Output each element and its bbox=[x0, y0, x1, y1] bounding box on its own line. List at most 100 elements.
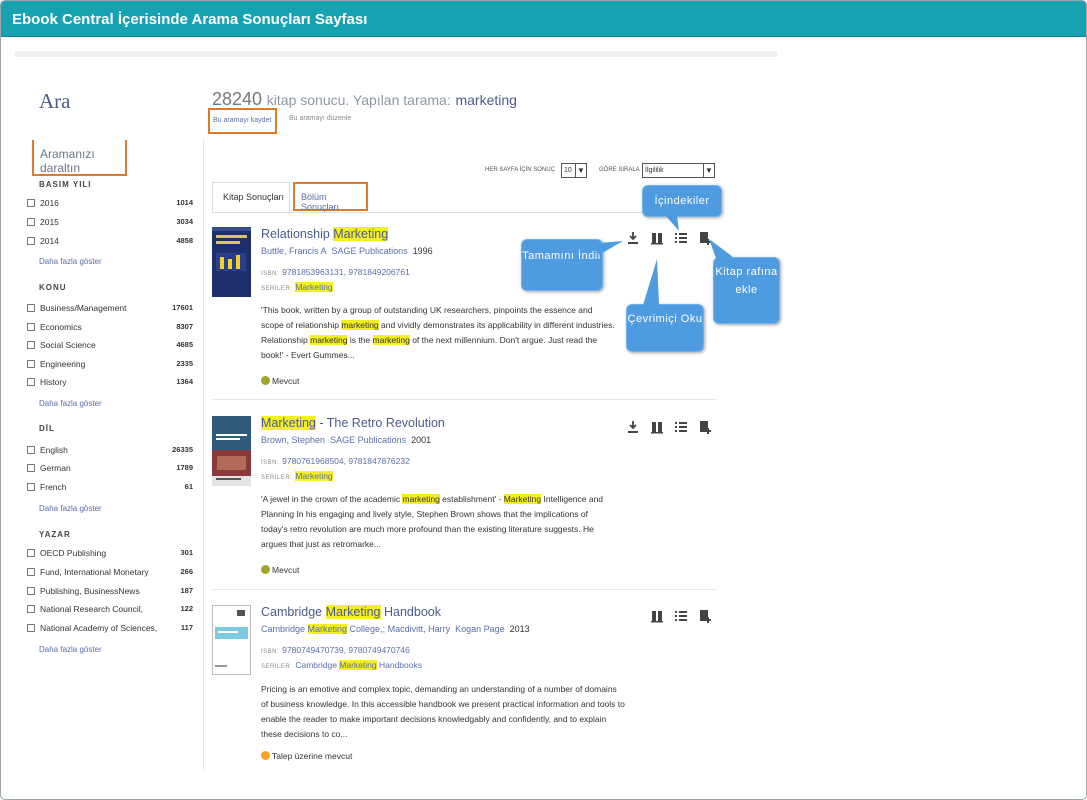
book-series[interactable]: SERİLER: Marketing bbox=[261, 471, 333, 481]
facet-option[interactable]: Engineering 2335 bbox=[27, 359, 193, 371]
callout-read-online: Çevrimiçi Oku bbox=[626, 304, 704, 352]
per-page-label: HER SAYFA İÇİN SONUÇ bbox=[485, 167, 555, 173]
book-cover-image[interactable] bbox=[212, 227, 251, 297]
tabs-divider bbox=[212, 212, 714, 213]
checkbox-icon[interactable] bbox=[27, 464, 35, 472]
facet-option-label: 2016 bbox=[40, 198, 59, 208]
add-to-bookshelf-icon[interactable] bbox=[697, 608, 713, 624]
checkbox-icon[interactable] bbox=[27, 323, 35, 331]
facet-option-count: 2335 bbox=[176, 359, 193, 368]
checkbox-icon[interactable] bbox=[27, 549, 35, 557]
book-title-link[interactable]: Relationship Marketing bbox=[261, 227, 389, 241]
description-text: 'A jewel in the crown of the academic bbox=[261, 494, 403, 504]
facet-option[interactable]: Fund, International Monetary 266 bbox=[27, 567, 193, 579]
facet-option[interactable]: National Academy of Sciences, 117 bbox=[27, 623, 193, 635]
facet-option[interactable]: German 1789 bbox=[27, 463, 193, 475]
save-search-link[interactable]: Bu aramayı kaydet bbox=[208, 108, 277, 134]
show-more-link[interactable]: Daha fazla göster bbox=[39, 399, 102, 408]
facet-option[interactable]: 2015 3034 bbox=[27, 217, 193, 229]
edit-search-link[interactable]: Bu aramayı düzenle bbox=[289, 115, 351, 122]
checkbox-icon[interactable] bbox=[27, 360, 35, 368]
checkbox-icon[interactable] bbox=[27, 218, 35, 226]
result-item: Marketing - The Retro Revolution Brown, … bbox=[212, 416, 717, 576]
sort-label: GÖRE SIRALA bbox=[599, 167, 640, 173]
sort-value: İlgililik bbox=[645, 167, 664, 174]
book-series[interactable]: SERİLER: Cambridge Marketing Handbooks bbox=[261, 660, 422, 670]
availability-dot-icon bbox=[261, 751, 270, 760]
checkbox-icon[interactable] bbox=[27, 587, 35, 595]
book-cover-image[interactable] bbox=[212, 416, 251, 486]
callout-contents: İçindekiler bbox=[642, 185, 722, 217]
book-author[interactable]: Cambridge Marketing College,; Macdivitt,… bbox=[261, 624, 530, 634]
book-description: 'This book, written by a group of outsta… bbox=[261, 303, 616, 363]
checkbox-icon[interactable] bbox=[27, 237, 35, 245]
checkbox-icon[interactable] bbox=[27, 568, 35, 576]
checkbox-icon[interactable] bbox=[27, 446, 35, 454]
tab-book-results[interactable]: Kitap Sonuçları bbox=[212, 182, 290, 213]
keyword-highlight: marketing bbox=[310, 335, 348, 345]
facet-option[interactable]: History 1364 bbox=[27, 377, 193, 389]
results-summary-text: kitap sonucu. Yapılan tarama: bbox=[266, 92, 451, 108]
facet-option[interactable]: Publishing, BusinessNews 187 bbox=[27, 586, 193, 598]
read-online-icon[interactable] bbox=[649, 419, 665, 435]
table-of-contents-icon[interactable] bbox=[673, 419, 689, 435]
table-of-contents-icon[interactable] bbox=[673, 608, 689, 624]
checkbox-icon[interactable] bbox=[27, 304, 35, 312]
window-title: Ebook Central İçerisinde Arama Sonuçları… bbox=[1, 1, 1086, 37]
chevron-down-icon: ▼ bbox=[575, 164, 586, 177]
checkbox-icon[interactable] bbox=[27, 199, 35, 207]
facet-option-count: 266 bbox=[180, 567, 193, 576]
facet-option[interactable]: 2014 4858 bbox=[27, 236, 193, 248]
read-online-icon[interactable] bbox=[649, 608, 665, 624]
show-more-link[interactable]: Daha fazla göster bbox=[39, 257, 102, 266]
facet-option[interactable]: OECD Publishing 301 bbox=[27, 548, 193, 560]
facet-option[interactable]: National Research Council, 122 bbox=[27, 604, 193, 616]
facet-option-label: History bbox=[40, 377, 67, 387]
tutorial-frame: Ebook Central İçerisinde Arama Sonuçları… bbox=[0, 0, 1087, 800]
chevron-down-icon: ▼ bbox=[703, 164, 714, 177]
checkbox-icon[interactable] bbox=[27, 624, 35, 632]
facet-option-count: 61 bbox=[184, 482, 193, 491]
facet-option[interactable]: 2016 1014 bbox=[27, 198, 193, 210]
download-icon[interactable] bbox=[625, 230, 641, 246]
show-more-link[interactable]: Daha fazla göster bbox=[39, 645, 102, 654]
facet-option[interactable]: Social Science 4685 bbox=[27, 340, 193, 352]
facet-option-count: 1364 bbox=[176, 377, 193, 386]
book-author[interactable]: Buttle, Francis A SAGE Publications 1996 bbox=[261, 246, 433, 256]
book-title-link[interactable]: Cambridge Marketing Handbook bbox=[261, 605, 441, 619]
book-title-link[interactable]: Marketing - The Retro Revolution bbox=[261, 416, 445, 430]
facet-option[interactable]: English 26335 bbox=[27, 445, 193, 457]
add-to-bookshelf-icon[interactable] bbox=[697, 419, 713, 435]
per-page-select[interactable]: 10 ▼ bbox=[561, 163, 587, 178]
sort-select[interactable]: İlgililik ▼ bbox=[642, 163, 715, 178]
facet-option-label: Business/Management bbox=[40, 303, 127, 313]
checkbox-icon[interactable] bbox=[27, 605, 35, 613]
facet-option-label: German bbox=[40, 463, 71, 473]
ebook-central-page: Ara Aramanızı daraltın BASIM YILI 2016 101… bbox=[15, 51, 777, 771]
book-cover-image[interactable] bbox=[212, 605, 251, 675]
checkbox-icon[interactable] bbox=[27, 483, 35, 491]
availability-dot-icon bbox=[261, 565, 270, 574]
page-top-bar bbox=[15, 51, 777, 57]
per-page-value: 10 bbox=[564, 167, 572, 174]
checkbox-icon[interactable] bbox=[27, 341, 35, 349]
facet-option-count: 26335 bbox=[172, 445, 193, 454]
facet-option[interactable]: French 61 bbox=[27, 482, 193, 494]
book-author[interactable]: Brown, Stephen SAGE Publications 2001 bbox=[261, 435, 431, 445]
facet-option[interactable]: Business/Management 17601 bbox=[27, 303, 193, 315]
book-series[interactable]: SERİLER: Marketing bbox=[261, 282, 333, 292]
facet-option[interactable]: Economics 8307 bbox=[27, 322, 193, 334]
facet-option-label: OECD Publishing bbox=[40, 548, 107, 558]
checkbox-icon[interactable] bbox=[27, 378, 35, 386]
keyword-highlight: marketing bbox=[372, 335, 410, 345]
sidebar-heading: Ara bbox=[39, 89, 71, 113]
result-item: Cambridge Marketing Handbook Cambridge M… bbox=[212, 605, 717, 769]
facet-heading: DİL bbox=[39, 424, 55, 433]
tab-chapter-results[interactable]: Bölüm Sonuçları bbox=[293, 182, 368, 212]
facet-option-label: Engineering bbox=[40, 359, 86, 369]
keyword-highlight: marketing bbox=[341, 320, 379, 330]
show-more-link[interactable]: Daha fazla göster bbox=[39, 504, 102, 513]
facet-option-count: 4858 bbox=[176, 236, 193, 245]
description-text: is the bbox=[347, 335, 373, 345]
download-icon[interactable] bbox=[625, 419, 641, 435]
